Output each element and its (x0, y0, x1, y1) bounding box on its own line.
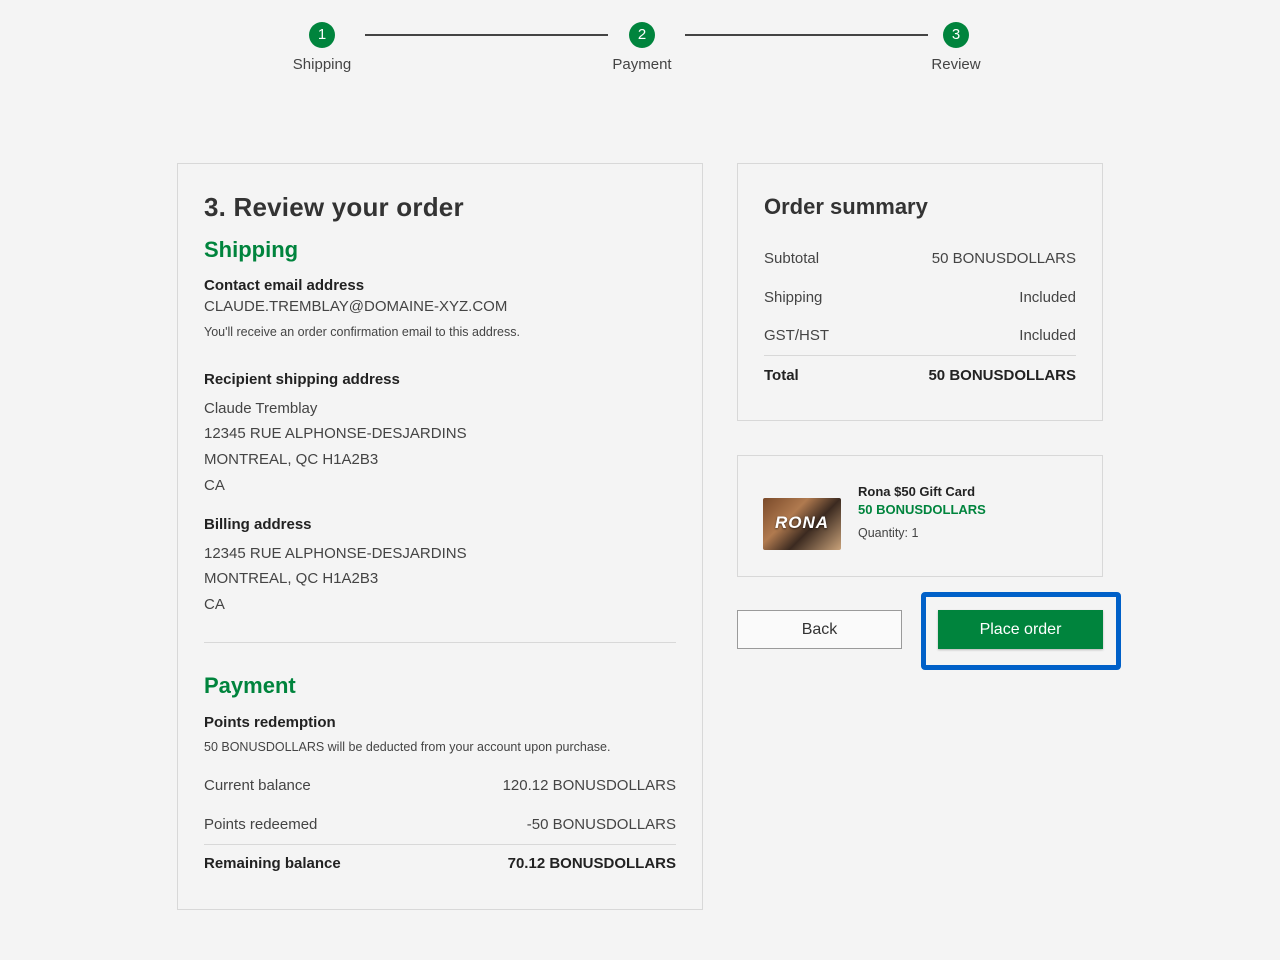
step-connector (685, 34, 928, 36)
points-redeemed-value: -50 BONUSDOLLARS (526, 816, 676, 833)
step-number: 3 (943, 22, 969, 48)
subtotal-label: Subtotal (764, 250, 820, 267)
balance-divider (204, 844, 676, 845)
step-payment[interactable]: 2 Payment (582, 22, 702, 73)
section-divider (204, 642, 676, 643)
remaining-balance-value: 70.12 BONUSDOLLARS (507, 855, 676, 872)
back-button[interactable]: Back (737, 610, 902, 649)
contact-email-note: You'll receive an order confirmation ema… (204, 325, 520, 339)
recipient-address-label: Recipient shipping address (204, 371, 400, 388)
gift-card-brand-logo: RONA (774, 513, 830, 532)
review-order-panel: 3. Review your order Shipping Contact em… (177, 163, 703, 910)
step-review: 3 Review (896, 22, 1016, 73)
step-connector (365, 34, 608, 36)
billing-country: CA (204, 596, 225, 613)
total-label: Total (764, 367, 799, 384)
current-balance-value: 120.12 BONUSDOLLARS (502, 777, 676, 794)
place-order-button[interactable]: Place order (938, 610, 1103, 649)
shipping-cost-value: Included (1019, 289, 1076, 306)
step-shipping[interactable]: 1 Shipping (262, 22, 382, 73)
shipping-cost-label: Shipping (764, 289, 823, 306)
billing-address-label: Billing address (204, 516, 312, 533)
points-redeemed-label: Points redeemed (204, 816, 318, 833)
item-quantity: Quantity: 1 (858, 526, 919, 540)
shipping-heading: Shipping (204, 237, 299, 262)
step-number: 1 (309, 22, 335, 48)
item-price: 50 BONUSDOLLARS (858, 502, 986, 517)
step-label: Payment (612, 56, 672, 73)
points-redemption-note: 50 BONUSDOLLARS will be deducted from yo… (204, 740, 611, 754)
order-summary-panel: Order summary Subtotal 50 BONUSDOLLARS S… (737, 163, 1103, 421)
current-balance-label: Current balance (204, 777, 311, 794)
item-name: Rona $50 Gift Card (858, 484, 976, 499)
tax-value: Included (1019, 327, 1076, 344)
gift-card-thumbnail: RONA (763, 498, 841, 550)
recipient-name: Claude Tremblay (204, 400, 318, 417)
contact-email-label: Contact email address (204, 277, 365, 294)
page-title: 3. Review your order (204, 192, 464, 222)
billing-street: 12345 RUE ALPHONSE-DESJARDINS (204, 545, 467, 562)
step-label: Shipping (292, 56, 352, 73)
step-number: 2 (629, 22, 655, 48)
remaining-balance-label: Remaining balance (204, 855, 341, 872)
tax-label: GST/HST (764, 327, 830, 344)
recipient-street: 12345 RUE ALPHONSE-DESJARDINS (204, 425, 467, 442)
contact-email-value: CLAUDE.TREMBLAY@DOMAINE-XYZ.COM (204, 298, 508, 315)
billing-city: MONTREAL, QC H1A2B3 (204, 570, 379, 587)
payment-heading: Payment (204, 673, 296, 698)
subtotal-value: 50 BONUSDOLLARS (931, 250, 1076, 267)
cart-item-card: RONA Rona $50 Gift Card 50 BONUSDOLLARS … (737, 455, 1103, 577)
order-summary-title: Order summary (764, 194, 928, 219)
summary-divider (764, 355, 1076, 356)
recipient-city: MONTREAL, QC H1A2B3 (204, 451, 379, 468)
recipient-country: CA (204, 477, 225, 494)
points-redemption-label: Points redemption (204, 714, 336, 731)
total-value: 50 BONUSDOLLARS (928, 367, 1076, 384)
checkout-stepper: 1 Shipping 2 Payment 3 Review (0, 0, 1280, 110)
step-label: Review (931, 56, 981, 73)
